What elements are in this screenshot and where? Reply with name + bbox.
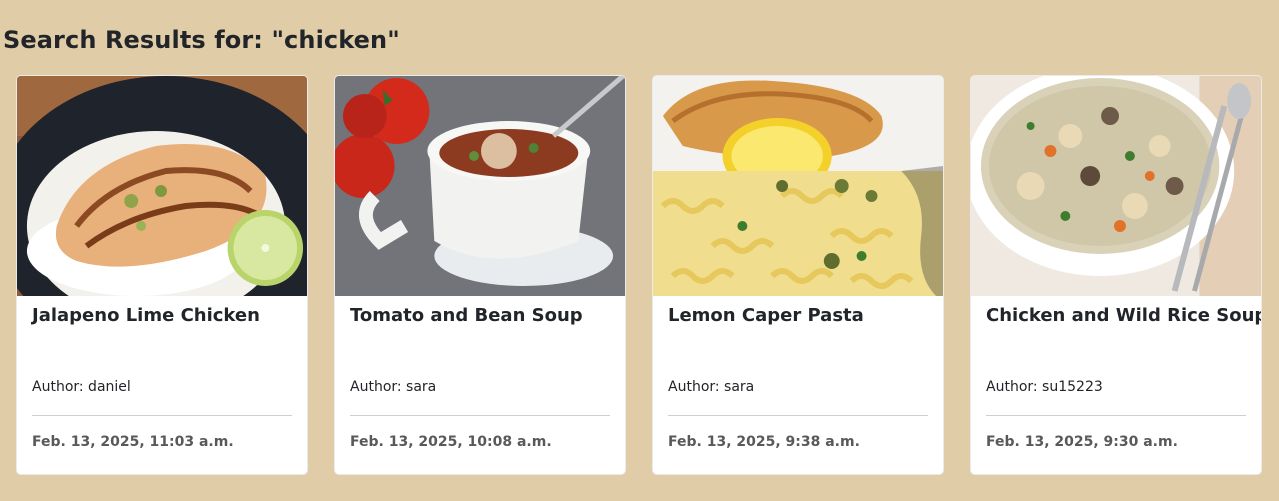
recipe-title[interactable]: Lemon Caper Pasta <box>668 305 864 326</box>
recipe-author: Author: daniel <box>32 379 131 395</box>
recipe-card[interactable]: Lemon Caper Pasta Author: sara Feb. 13, … <box>652 75 944 475</box>
recipe-image-jalapeno-lime-chicken[interactable] <box>17 76 307 296</box>
recipe-image-chicken-and-wild-rice-soup[interactable] <box>971 76 1261 296</box>
recipe-date: Feb. 13, 2025, 11:03 a.m. <box>32 434 234 450</box>
recipe-title[interactable]: Chicken and Wild Rice Soup <box>986 305 1261 326</box>
recipe-date: Feb. 13, 2025, 9:38 a.m. <box>668 434 860 450</box>
recipe-title[interactable]: Jalapeno Lime Chicken <box>32 305 260 326</box>
card-divider <box>668 415 928 416</box>
recipe-author: Author: sara <box>350 379 437 395</box>
recipe-card[interactable]: Tomato and Bean Soup Author: sara Feb. 1… <box>334 75 626 475</box>
card-divider <box>32 415 292 416</box>
recipe-author: Author: su15223 <box>986 379 1103 395</box>
page-title: Search Results for: "chicken" <box>3 26 400 54</box>
recipe-image-tomato-and-bean-soup[interactable] <box>335 76 625 296</box>
card-divider <box>986 415 1246 416</box>
results-grid: Jalapeno Lime Chicken Author: daniel Feb… <box>16 75 1262 475</box>
recipe-card[interactable]: Jalapeno Lime Chicken Author: daniel Feb… <box>16 75 308 475</box>
recipe-image-lemon-caper-pasta[interactable] <box>653 76 943 296</box>
recipe-card[interactable]: Chicken and Wild Rice Soup Author: su152… <box>970 75 1262 475</box>
recipe-author: Author: sara <box>668 379 755 395</box>
recipe-title[interactable]: Tomato and Bean Soup <box>350 305 583 326</box>
recipe-date: Feb. 13, 2025, 10:08 a.m. <box>350 434 552 450</box>
card-divider <box>350 415 610 416</box>
recipe-date: Feb. 13, 2025, 9:30 a.m. <box>986 434 1178 450</box>
